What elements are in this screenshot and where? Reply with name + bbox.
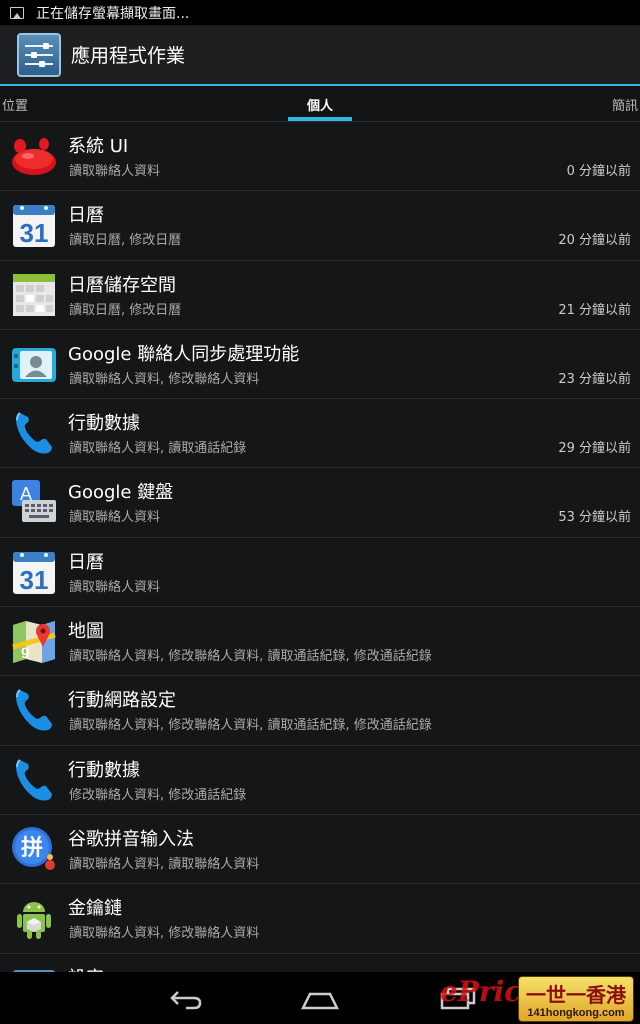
permission-summary: 讀取聯絡人資料, 讀取聯絡人資料: [69, 856, 260, 872]
permission-summary: 讀取聯絡人資料, 修改聯絡人資料: [69, 926, 260, 942]
app-name: 設定: [68, 964, 104, 972]
permission-summary: 讀取日曆, 修改日曆: [69, 302, 182, 318]
permission-summary: 讀取聯絡人資料, 修改聯絡人資料: [69, 371, 260, 387]
last-access-time: 0 分鐘以前: [566, 164, 631, 179]
tab-messaging[interactable]: 簡訊: [612, 95, 638, 114]
list-item[interactable]: 31 日曆讀取聯絡人資料: [0, 537, 640, 608]
app-name: Google 聯絡人同步處理功能: [68, 343, 300, 365]
pinyin-ime-icon: 拼: [10, 825, 58, 873]
app-name: 行動數據: [68, 759, 140, 781]
list-item[interactable]: 設定: [0, 953, 640, 972]
permission-summary: 讀取聯絡人資料, 讀取通話紀錄: [69, 441, 247, 457]
list-item[interactable]: 系統 UI 讀取聯絡人資料 0 分鐘以前: [0, 122, 640, 192]
permission-summary: 修改聯絡人資料, 修改通話紀錄: [69, 787, 247, 803]
notification-text: 正在儲存螢幕擷取畫面...: [36, 5, 190, 22]
calendar-storage-icon: [10, 271, 58, 319]
list-item[interactable]: 行動數據修改聯絡人資料, 修改通話紀錄: [0, 745, 640, 815]
permission-summary: 讀取聯絡人資料: [69, 579, 161, 595]
app-name: Google 鍵盤: [68, 482, 174, 504]
app-name: 日曆儲存空間: [68, 274, 176, 296]
permission-summary: 讀取聯絡人資料, 修改聯絡人資料, 讀取通話紀錄, 修改通話紀錄: [69, 718, 432, 734]
permission-summary: 讀取聯絡人資料: [69, 510, 161, 526]
svg-text:31: 31: [20, 565, 49, 595]
list-item[interactable]: 行動網路設定讀取聯絡人資料, 修改聯絡人資料, 讀取通話紀錄, 修改通話紀錄: [0, 676, 640, 746]
screenshot-image-icon: [10, 6, 24, 19]
list-item[interactable]: 拼 谷歌拼音输入法讀取聯絡人資料, 讀取聯絡人資料: [0, 814, 640, 885]
phone-icon: [10, 756, 58, 804]
tab-strip: 位置 個人 簡訊: [0, 86, 640, 122]
site-watermark-url: 141hongkong.com: [527, 1007, 625, 1019]
last-access-time: 21 分鐘以前: [558, 302, 631, 318]
last-access-time: 29 分鐘以前: [558, 441, 631, 457]
svg-text:31: 31: [20, 218, 49, 248]
phone-icon: [10, 409, 58, 457]
list-item[interactable]: 金鑰鏈讀取聯絡人資料, 修改聯絡人資料: [0, 884, 640, 954]
list-item[interactable]: 31 日曆讀取日曆, 修改日曆 20 分鐘以前: [0, 191, 640, 261]
jellybean-icon: [10, 132, 58, 180]
svg-text:拼: 拼: [21, 835, 43, 861]
list-item[interactable]: Google 聯絡人同步處理功能讀取聯絡人資料, 修改聯絡人資料 23 分鐘以前: [0, 329, 640, 400]
list-item[interactable]: 日曆儲存空間讀取日曆, 修改日曆 21 分鐘以前: [0, 260, 640, 330]
permission-summary: 讀取日曆, 修改日曆: [69, 233, 182, 249]
calendar-icon: 31: [10, 548, 58, 596]
app-name: 行動數據: [68, 413, 140, 435]
app-name: 日曆: [68, 205, 104, 227]
home-icon[interactable]: [300, 984, 340, 1012]
permission-summary: 讀取聯絡人資料: [69, 164, 161, 179]
app-ops-list[interactable]: 系統 UI 讀取聯絡人資料 0 分鐘以前 31 日曆 讀取日曆, 修改日曆 20 分鐘以前日…: [0, 122, 640, 972]
site-watermark: 一世一香港 141hongkong.com: [518, 976, 634, 1022]
calendar-icon: 31: [10, 201, 58, 249]
keyboard-icon: A: [10, 478, 58, 526]
app-name: 地圖: [68, 621, 104, 643]
app-ops-settings-icon[interactable]: [17, 32, 61, 77]
list-item[interactable]: A Google 鍵盤讀取聯絡人資料 53 分鐘以前: [0, 468, 640, 538]
app-name: 谷歌拼音输入法: [68, 828, 194, 850]
settings-icon: [10, 964, 58, 972]
tab-personal[interactable]: 個人: [0, 95, 640, 114]
list-item[interactable]: g 地圖讀取聯絡人資料, 修改聯絡人資料, 讀取通話紀錄, 修改通話紀錄: [0, 607, 640, 677]
status-bar: 正在儲存螢幕擷取畫面...: [0, 0, 640, 25]
last-access-time: 53 分鐘以前: [558, 510, 631, 526]
site-watermark-title: 一世一香港: [526, 983, 626, 1007]
page-title: 應用程式作業: [71, 45, 186, 67]
phone-icon: [10, 686, 58, 734]
list-item[interactable]: 行動數據讀取聯絡人資料, 讀取通話紀錄 29 分鐘以前: [0, 399, 640, 469]
back-icon[interactable]: [164, 984, 204, 1012]
app-name: 系統 UI: [68, 136, 129, 157]
android-icon: [10, 894, 58, 942]
maps-icon: g: [10, 617, 58, 665]
permission-summary: 讀取聯絡人資料, 修改聯絡人資料, 讀取通話紀錄, 修改通話紀錄: [69, 649, 432, 665]
tab-indicator: [288, 117, 352, 121]
last-access-time: 23 分鐘以前: [558, 371, 631, 387]
svg-text:g: g: [21, 642, 30, 658]
app-name: 日曆: [68, 551, 104, 573]
contacts-sync-icon: [10, 340, 58, 388]
action-bar: 應用程式作業: [0, 25, 640, 86]
last-access-time: 20 分鐘以前: [558, 233, 631, 249]
app-name: 行動網路設定: [68, 690, 176, 712]
app-name: 金鑰鏈: [68, 898, 122, 920]
